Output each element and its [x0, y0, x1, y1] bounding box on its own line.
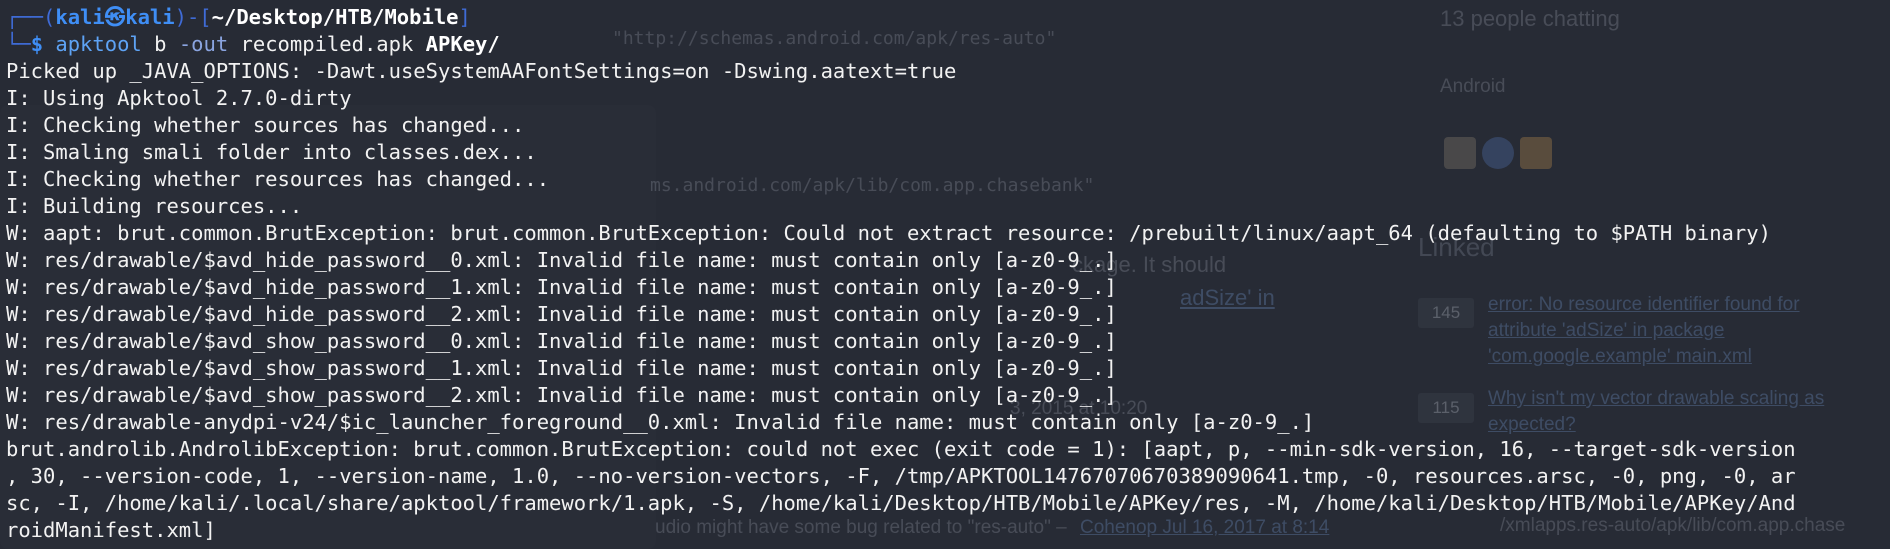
prompt-cwd: ~/Desktop/HTB/Mobile	[211, 5, 459, 29]
output-line: brut.androlib.AndrolibException: brut.co…	[6, 437, 1796, 461]
output-line: I: Checking whether sources has changed.…	[6, 113, 525, 137]
output-line: Picked up _JAVA_OPTIONS: -Dawt.useSystem…	[6, 59, 957, 83]
command-subcommand: b	[141, 32, 179, 56]
prompt-header-line: ┌──(kali㉿kali)-[~/Desktop/HTB/Mobile]	[6, 4, 471, 31]
output-line: sc, -I, /home/kali/.local/share/apktool/…	[6, 491, 1796, 515]
output-line: W: res/drawable/$avd_show_password__1.xm…	[6, 356, 1117, 380]
output-line: roidManifest.xml]	[6, 518, 216, 542]
command-input-arg: APKey/	[425, 32, 500, 56]
output-line: W: aapt: brut.common.BrutException: brut…	[6, 221, 1771, 245]
command-output-arg: recompiled.apk	[228, 32, 426, 56]
output-line: W: res/drawable/$avd_show_password__2.xm…	[6, 383, 1117, 407]
prompt-user: kali	[55, 5, 105, 29]
prompt-host: kali	[125, 5, 175, 29]
output-line: I: Using Apktool 2.7.0-dirty	[6, 86, 352, 110]
terminal-window[interactable]: ┌──(kali㉿kali)-[~/Desktop/HTB/Mobile] └─…	[0, 0, 1890, 549]
output-line: , 30, --version-code, 1, --version-name,…	[6, 464, 1796, 488]
command-line: └─$ apktool b -out recompiled.apk APKey/	[6, 31, 500, 58]
output-line: I: Building resources...	[6, 194, 303, 218]
output-line: W: res/drawable/$avd_hide_password__0.xm…	[6, 248, 1117, 272]
output-line: I: Checking whether resources has change…	[6, 167, 550, 191]
prompt-frame: )-[	[174, 5, 212, 29]
prompt-frame: └─	[6, 32, 31, 56]
output-line: W: res/drawable/$avd_hide_password__1.xm…	[6, 275, 1117, 299]
output-line: I: Smaling smali folder into classes.dex…	[6, 140, 537, 164]
prompt-at-symbol: ㉿	[104, 5, 126, 29]
prompt-frame: ┌──(	[6, 5, 56, 29]
output-line: W: res/drawable/$avd_hide_password__2.xm…	[6, 302, 1117, 326]
command-flag: -out	[178, 32, 229, 56]
command-program: apktool	[55, 32, 142, 56]
output-line: W: res/drawable/$avd_show_password__0.xm…	[6, 329, 1117, 353]
prompt-dollar: $	[30, 32, 56, 56]
prompt-frame: ]	[458, 5, 471, 29]
output-line: W: res/drawable-anydpi-v24/$ic_launcher_…	[6, 410, 1315, 434]
